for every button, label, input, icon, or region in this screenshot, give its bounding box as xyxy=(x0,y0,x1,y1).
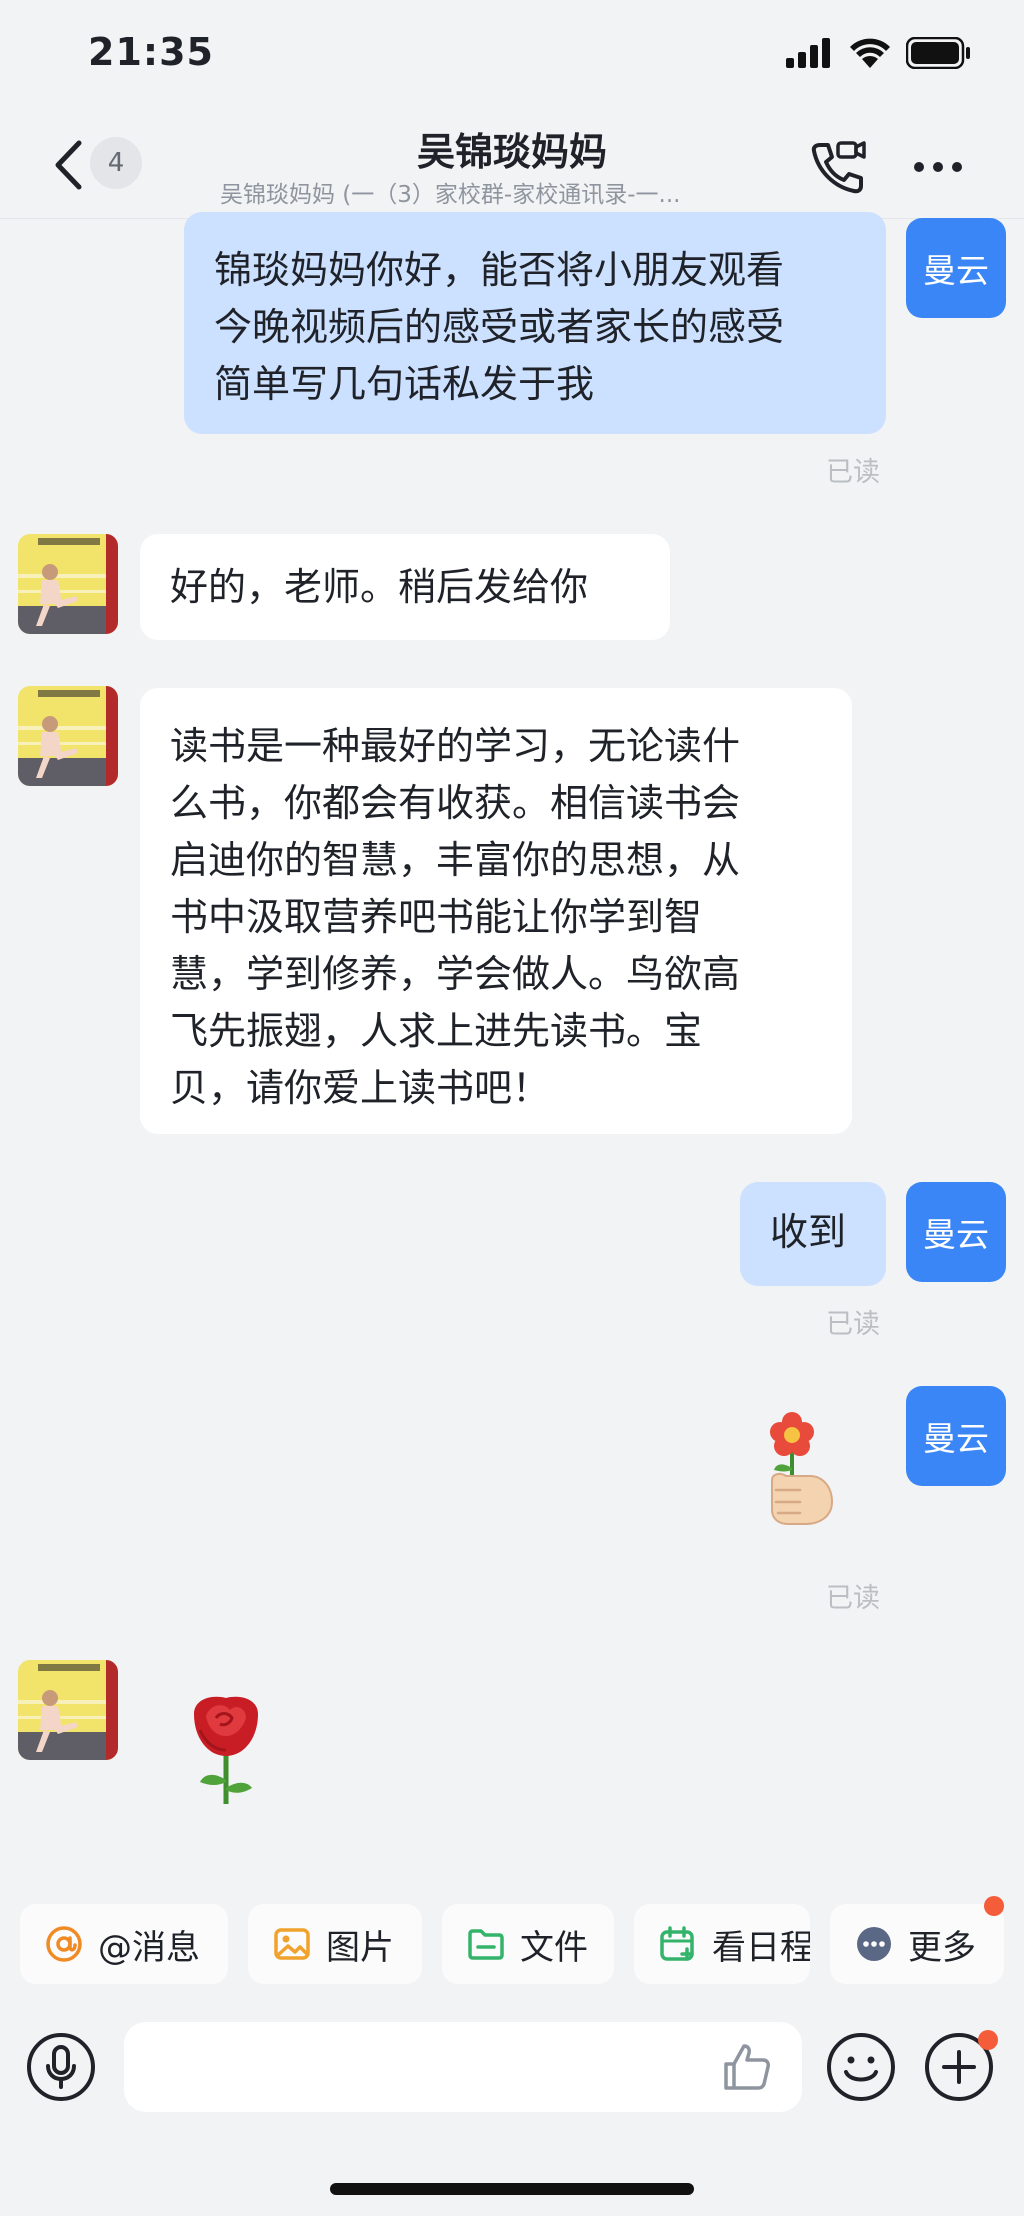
message-text-line: 飞先振翅，人求上进先读书。宝 xyxy=(170,1009,703,1053)
more-button[interactable] xyxy=(906,135,970,199)
message-text-line: 贝，请你爱上读书吧！ xyxy=(170,1066,551,1110)
input-bar xyxy=(0,2010,1024,2130)
at-icon xyxy=(44,1924,84,1964)
video-call-icon xyxy=(811,141,866,194)
contact-photo-icon xyxy=(18,534,118,634)
message-text-line: 好的，老师。稍后发给你 xyxy=(170,565,589,609)
contact-avatar[interactable] xyxy=(18,1660,118,1760)
at-message-button[interactable]: @消息 xyxy=(20,1904,228,1984)
thumbs-up-button[interactable] xyxy=(720,2040,774,2094)
message-text-line: 今晚视频后的感受或者家长的感受 xyxy=(214,305,785,349)
smiley-icon xyxy=(827,2033,895,2101)
signal-icon xyxy=(786,38,830,68)
battery-icon xyxy=(906,37,970,69)
notification-dot xyxy=(984,1896,1004,1916)
file-label: 文件 xyxy=(520,1927,588,1968)
message-bubble-incoming[interactable]: 好的，老师。稍后发给你 xyxy=(140,534,670,640)
hand-holding-flower-icon xyxy=(770,1412,834,1525)
contact-photo-icon xyxy=(18,1660,118,1760)
message-bubble-outgoing[interactable]: 锦琰妈妈你好，能否将小朋友观看 今晚视频后的感受或者家长的感受 简单写几句话私发… xyxy=(184,212,886,434)
my-avatar[interactable]: 曼云 xyxy=(906,1182,1006,1282)
calendar-label: 看日程 xyxy=(712,1927,810,1968)
quick-action-bar: @消息 图片 文件 看日程 更多 xyxy=(0,1896,1024,1988)
read-status: 已读 xyxy=(826,1309,880,1340)
contact-photo-icon xyxy=(18,686,118,786)
image-icon xyxy=(272,1924,312,1964)
chat-header: 4 吴锦琰妈妈 吴锦琰妈妈 (一（3）家校群-家校通讯录-一... xyxy=(0,115,1024,219)
message-bubble-incoming[interactable]: 读书是一种最好的学习，无论读什 么书，你都会有收获。相信读书会 启迪你的智慧，丰… xyxy=(140,688,852,1134)
more-actions-button[interactable]: 更多 xyxy=(830,1904,1004,1984)
message-text-line: 么书，你都会有收获。相信读书会 xyxy=(170,781,741,825)
microphone-icon xyxy=(27,2033,95,2101)
emoji-button[interactable] xyxy=(826,2032,896,2102)
contact-avatar[interactable] xyxy=(18,686,118,786)
message-text-line: 书中汲取营养吧书能让你学到智 xyxy=(170,895,703,939)
calendar-button[interactable]: 看日程 xyxy=(634,1904,810,1984)
notification-dot xyxy=(978,2030,998,2050)
read-status: 已读 xyxy=(826,1583,880,1614)
message-text-line: 锦琰妈妈你好，能否将小朋友观看 xyxy=(214,248,785,292)
message-input[interactable] xyxy=(124,2022,802,2112)
at-message-label: @消息 xyxy=(98,1927,200,1968)
file-button[interactable]: 文件 xyxy=(442,1904,614,1984)
image-button[interactable]: 图片 xyxy=(248,1904,422,1984)
status-bar: 21:35 xyxy=(0,0,1024,115)
more-actions-label: 更多 xyxy=(908,1927,976,1968)
wifi-icon xyxy=(850,38,890,68)
message-text-line: 收到 xyxy=(770,1210,847,1254)
sticker-message[interactable] xyxy=(180,1690,272,1812)
more-dot-icon xyxy=(933,162,943,172)
contact-avatar[interactable] xyxy=(18,534,118,634)
thumbs-up-icon xyxy=(724,2044,770,2090)
message-bubble-outgoing[interactable]: 收到 xyxy=(740,1182,886,1286)
message-text-line: 读书是一种最好的学习，无论读什 xyxy=(170,724,741,768)
message-text-line: 启迪你的智慧，丰富你的思想，从 xyxy=(170,838,741,882)
status-time: 21:35 xyxy=(88,30,214,74)
folder-icon xyxy=(466,1924,506,1964)
image-label: 图片 xyxy=(326,1927,394,1968)
read-status: 已读 xyxy=(826,457,880,488)
calendar-icon xyxy=(658,1924,698,1964)
more-icon xyxy=(854,1924,894,1964)
more-dot-icon xyxy=(914,162,924,172)
message-text-line: 慧，学到修养，学会做人。鸟欲高 xyxy=(170,952,741,996)
my-avatar[interactable]: 曼云 xyxy=(906,1386,1006,1486)
sticker-message[interactable] xyxy=(752,1410,848,1534)
chat-title: 吴锦琰妈妈 xyxy=(416,130,607,174)
voice-input-button[interactable] xyxy=(26,2032,96,2102)
home-indicator xyxy=(330,2183,694,2195)
chat-subtitle[interactable]: 吴锦琰妈妈 (一（3）家校群-家校通讯录-一... xyxy=(220,175,780,209)
message-text-line: 简单写几句话私发于我 xyxy=(214,362,595,406)
rose-icon xyxy=(194,1696,258,1804)
my-avatar[interactable]: 曼云 xyxy=(906,218,1006,318)
more-dot-icon xyxy=(952,162,962,172)
call-button[interactable] xyxy=(806,135,870,199)
